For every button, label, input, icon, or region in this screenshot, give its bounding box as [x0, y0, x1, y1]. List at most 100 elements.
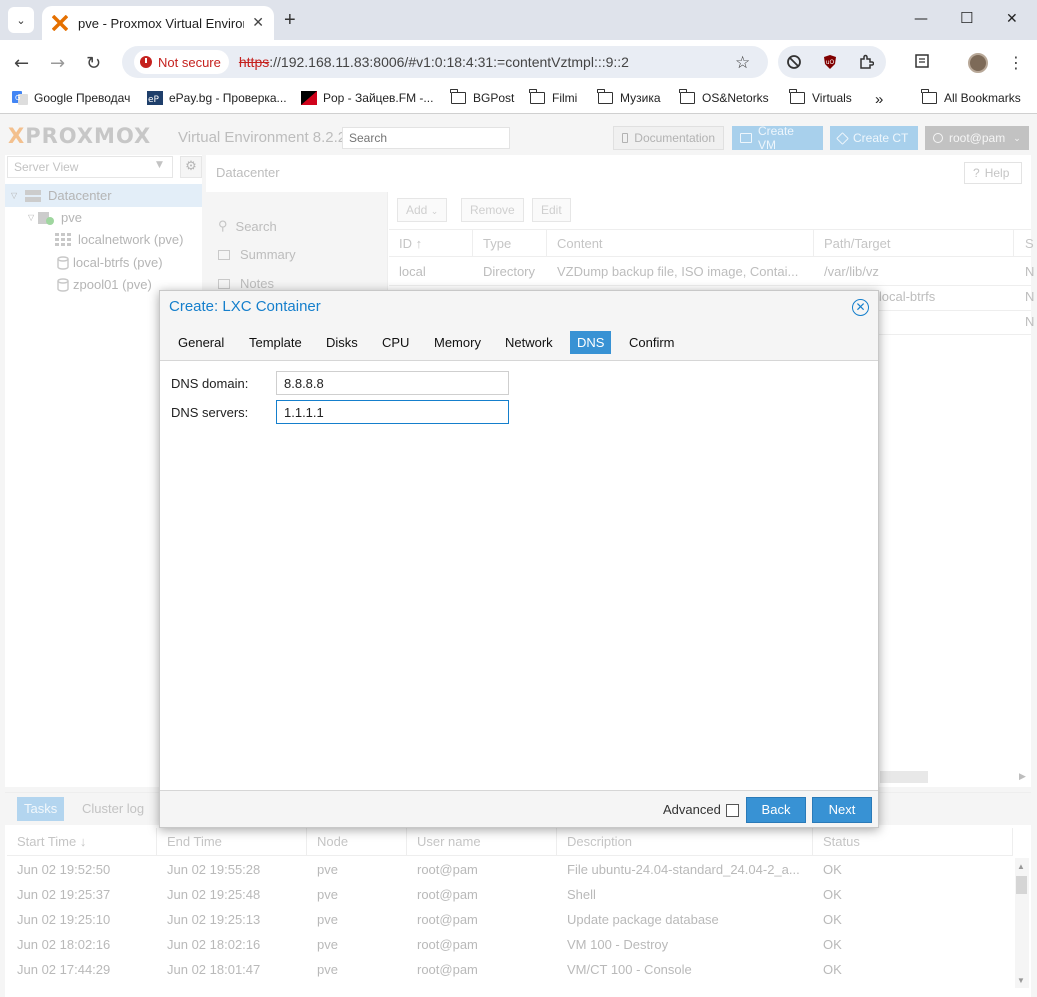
bookmark-google-translate[interactable]: G Google Преводач [12, 91, 130, 105]
column-header-user[interactable]: User name [417, 834, 481, 849]
bookmark-os-netorks[interactable]: OS&Netorks [679, 89, 769, 105]
column-header-path[interactable]: Path/Target [824, 236, 891, 251]
tree-item-localnetwork[interactable]: localnetwork (pve) [55, 232, 184, 247]
column-header-status[interactable]: Status [823, 834, 860, 849]
browser-tab[interactable]: pve - Proxmox Virtual Environment ✕ [42, 6, 274, 40]
table-cell[interactable]: pve [317, 962, 338, 977]
tab-tasks[interactable]: Tasks [17, 797, 65, 821]
table-cell[interactable]: OK [823, 937, 842, 952]
table-cell[interactable]: Jun 02 19:25:10 [17, 912, 110, 927]
table-cell[interactable]: VM/CT 100 - Console [567, 962, 692, 977]
table-cell[interactable]: Jun 02 18:01:47 [167, 962, 260, 977]
close-icon[interactable]: ✕ [252, 15, 264, 31]
back-arrow-icon[interactable]: ← [14, 53, 29, 74]
table-cell[interactable]: OK [823, 912, 842, 927]
not-secure-badge[interactable]: Not secure [134, 50, 229, 74]
table-cell[interactable]: OK [823, 862, 842, 877]
bookmark-virtuals[interactable]: Virtuals [789, 89, 852, 105]
table-cell[interactable]: N [1025, 264, 1034, 279]
sync-extension-icon[interactable] [786, 54, 802, 70]
table-cell[interactable]: /var/lib/vz [824, 264, 879, 279]
tab-cluster-log[interactable]: Cluster log [75, 797, 151, 821]
table-cell[interactable]: pve [317, 887, 338, 902]
tab-template[interactable]: Template [242, 331, 309, 354]
table-cell[interactable]: Jun 02 18:02:16 [17, 937, 110, 952]
tab-search-button[interactable]: ⌄ [8, 7, 34, 33]
subnav-summary[interactable]: Summary [218, 247, 296, 262]
new-tab-button[interactable]: + [284, 9, 296, 32]
table-cell[interactable]: Jun 02 19:25:48 [167, 887, 260, 902]
table-cell[interactable]: VM 100 - Destroy [567, 937, 668, 952]
reload-icon[interactable]: ↻ [86, 53, 101, 74]
dns-servers-input[interactable] [276, 400, 509, 424]
table-cell[interactable]: pve [317, 912, 338, 927]
table-cell[interactable]: Jun 02 19:55:28 [167, 862, 260, 877]
bookmark-bgpost[interactable]: BGPost [450, 89, 514, 105]
tab-confirm[interactable]: Confirm [622, 331, 682, 354]
table-cell[interactable]: Update package database [567, 912, 719, 927]
column-header-start-time[interactable]: Start Time ↓ [17, 834, 86, 849]
minimize-icon[interactable]: — [914, 11, 928, 27]
table-cell[interactable]: root@pam [417, 962, 478, 977]
table-cell[interactable]: root@pam [417, 862, 478, 877]
gear-icon[interactable]: ⚙ [180, 156, 202, 178]
bookmarks-overflow-button[interactable]: » [875, 91, 883, 108]
tree-item-zpool01[interactable]: zpool01 (pve) [57, 277, 152, 292]
scroll-down-icon[interactable]: ▼ [1017, 976, 1025, 985]
dns-domain-input[interactable] [276, 371, 509, 395]
table-cell[interactable]: root@pam [417, 937, 478, 952]
profile-avatar[interactable] [968, 53, 988, 73]
advanced-checkbox[interactable] [726, 804, 739, 817]
puzzle-extensions-icon[interactable] [858, 54, 875, 70]
maximize-icon[interactable]: ☐ [960, 9, 973, 27]
table-cell[interactable]: pve [317, 862, 338, 877]
subnav-notes[interactable]: Notes [218, 276, 274, 291]
next-button[interactable]: Next [812, 797, 872, 823]
table-cell[interactable]: File ubuntu-24.04-standard_24.04-2_a... [567, 862, 800, 877]
forward-arrow-icon[interactable]: → [50, 53, 65, 74]
table-cell[interactable]: N [1025, 289, 1034, 304]
chrome-menu-icon[interactable]: ⋮ [1008, 53, 1024, 72]
table-cell[interactable]: pve [317, 937, 338, 952]
window-close-icon[interactable]: ✕ [1006, 11, 1018, 27]
tree-item-local-btrfs[interactable]: local-btrfs (pve) [57, 255, 163, 270]
column-header-id[interactable]: ID ↑ [399, 236, 422, 251]
bookmark-pop-zaytsev[interactable]: Pop - Зайцев.FM -... [301, 91, 433, 105]
tab-network[interactable]: Network [498, 331, 560, 354]
documentation-button[interactable]: Documentation [613, 126, 724, 150]
bookmark-epay[interactable]: eP ePay.bg - Проверка... [147, 91, 287, 105]
column-header-shared[interactable]: S [1025, 236, 1034, 251]
ublock-origin-icon[interactable]: uO [822, 54, 838, 70]
remove-button[interactable]: Remove [461, 198, 524, 222]
create-ct-button[interactable]: Create CT [830, 126, 918, 150]
table-cell[interactable]: Jun 02 17:44:29 [17, 962, 110, 977]
bookmark-star-icon[interactable]: ☆ [735, 53, 750, 73]
column-header-node[interactable]: Node [317, 834, 348, 849]
create-vm-button[interactable]: Create VM [732, 124, 823, 152]
table-cell[interactable]: Shell [567, 887, 596, 902]
table-cell[interactable]: N [1025, 314, 1034, 329]
table-cell[interactable]: Directory [483, 264, 535, 279]
column-header-content[interactable]: Content [557, 236, 603, 251]
tab-dns[interactable]: DNS [570, 331, 612, 354]
tab-disks[interactable]: Disks [319, 331, 365, 354]
bookmark-muzika[interactable]: Музика [597, 89, 661, 105]
tree-item-datacenter[interactable]: ▽ Datacenter [5, 184, 202, 207]
subnav-search[interactable]: ⚲ Search [218, 218, 277, 234]
horizontal-scrollbar[interactable] [880, 771, 928, 783]
tab-general[interactable]: General [171, 331, 231, 354]
table-cell[interactable]: root@pam [417, 912, 478, 927]
edit-button[interactable]: Edit [532, 198, 571, 222]
header-search-input[interactable] [342, 127, 510, 149]
address-bar[interactable]: Not secure https://192.168.11.83:8006/#v… [122, 46, 768, 78]
scrollbar-thumb[interactable] [1016, 876, 1027, 894]
bookmark-filmi[interactable]: Filmi [529, 89, 577, 105]
add-button[interactable]: Add ⌄ [397, 198, 448, 222]
scroll-right-icon[interactable]: ▶ [1019, 771, 1026, 782]
column-header-description[interactable]: Description [567, 834, 632, 849]
column-header-end-time[interactable]: End Time [167, 834, 222, 849]
user-menu-button[interactable]: root@pam ⌄ [925, 126, 1029, 150]
help-button[interactable]: ? Help [964, 162, 1022, 184]
scroll-up-icon[interactable]: ▲ [1017, 862, 1025, 871]
table-cell[interactable]: OK [823, 962, 842, 977]
